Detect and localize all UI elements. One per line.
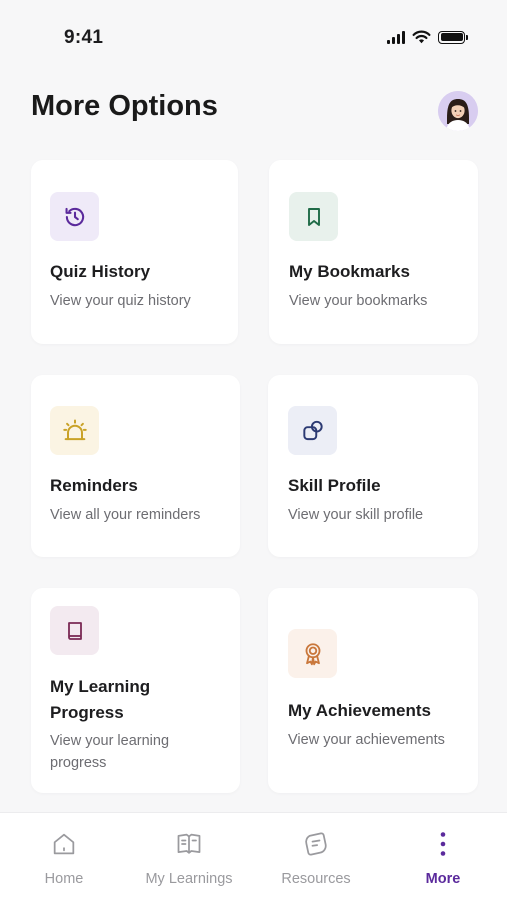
card-title: Reminders: [50, 476, 138, 495]
nav-label: More: [425, 871, 461, 887]
history-icon: [50, 192, 99, 241]
page-title: More Options: [31, 90, 218, 122]
cellular-signal-icon: [387, 30, 405, 44]
status-icons: [387, 30, 468, 44]
resources-icon: [302, 829, 330, 859]
nav-item-more[interactable]: More: [388, 813, 498, 900]
learning-progress-card[interactable]: My Learning Progress View your learning …: [31, 588, 240, 793]
avatar-illustration: [438, 91, 478, 131]
card-title-line2: Progress: [50, 703, 124, 722]
card-subtitle: View your quiz history: [50, 293, 191, 309]
home-icon: [50, 829, 78, 859]
alarm-icon: [50, 406, 99, 455]
card-subtitle: View your bookmarks: [289, 293, 428, 309]
shapes-icon: [288, 406, 337, 455]
reminders-card[interactable]: Reminders View all your reminders: [31, 375, 240, 557]
status-bar: 9:41: [0, 0, 507, 72]
card-subtitle: View all your reminders: [50, 507, 201, 523]
bottom-nav: Home My Learnings Resources More: [0, 812, 507, 900]
card-title: Skill Profile: [288, 476, 381, 495]
card-title: My Achievements: [288, 701, 431, 720]
nav-label: Resources: [281, 871, 351, 887]
quiz-history-card[interactable]: Quiz History View your quiz history: [31, 160, 238, 344]
bookmark-icon: [289, 192, 338, 241]
card-subtitle: View your achievements: [288, 732, 445, 748]
my-bookmarks-card[interactable]: My Bookmarks View your bookmarks: [269, 160, 478, 344]
card-title: My Bookmarks: [289, 262, 410, 281]
card-title: Quiz History: [50, 262, 151, 281]
nav-label: My Learnings: [145, 871, 233, 887]
card-subtitle: View your skill profile: [288, 507, 424, 523]
nav-item-resources[interactable]: Resources: [261, 813, 371, 900]
card-subtitle-line2: progress: [50, 755, 107, 771]
nav-label: Home: [44, 871, 84, 887]
skill-profile-card[interactable]: Skill Profile View your skill profile: [268, 375, 478, 557]
book-icon: [50, 606, 99, 655]
open-book-icon: [175, 829, 203, 859]
my-achievements-card[interactable]: My Achievements View your achievements: [268, 588, 478, 793]
nav-item-my-learnings[interactable]: My Learnings: [134, 813, 244, 900]
card-title-line1: My Learning: [50, 677, 151, 696]
more-vertical-icon: [438, 829, 448, 859]
status-time: 9:41: [64, 27, 104, 48]
profile-avatar[interactable]: [438, 91, 478, 131]
award-icon: [288, 629, 337, 678]
card-subtitle-line1: View your learning: [50, 733, 170, 749]
wifi-icon: [412, 30, 431, 44]
nav-item-home[interactable]: Home: [9, 813, 119, 900]
battery-icon: [438, 30, 468, 44]
